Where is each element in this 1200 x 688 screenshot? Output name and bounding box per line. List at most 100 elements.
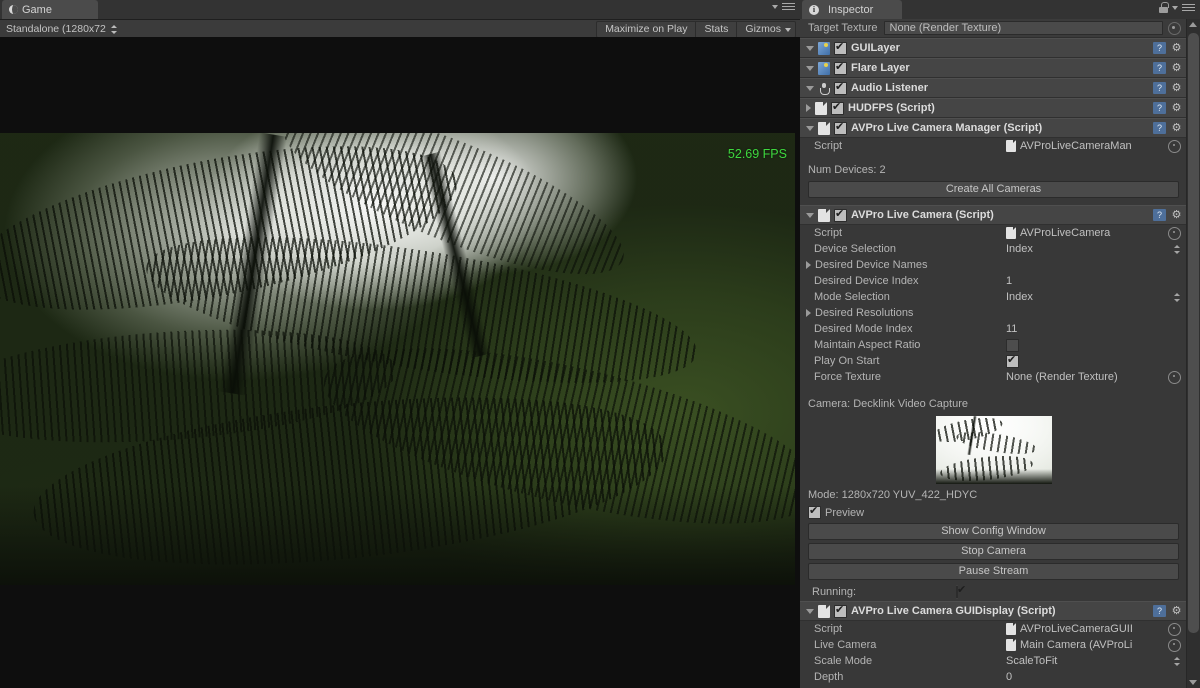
property-label: Desired Device Index	[814, 275, 919, 287]
help-icon[interactable]: ?	[1153, 82, 1166, 94]
enum-dropdown-icon[interactable]	[1174, 244, 1181, 255]
maintain-aspect-ratio-checkbox[interactable]	[1006, 338, 1019, 352]
game-tab-options[interactable]	[772, 2, 795, 12]
component-header-live-camera[interactable]: AVPro Live Camera (Script) ? ⚙	[800, 205, 1187, 225]
property-value[interactable]: 0	[1006, 671, 1181, 683]
game-panel: Game Standalone (1280x72 Maximize on Pla…	[0, 0, 800, 688]
component-header-gui-display[interactable]: AVPro Live Camera GUIDisplay (Script) ? …	[800, 601, 1187, 621]
property-value[interactable]: AVProLiveCameraGUII	[1006, 622, 1181, 636]
help-icon[interactable]: ?	[1153, 122, 1166, 134]
gear-icon[interactable]: ⚙	[1170, 122, 1183, 135]
property-row-play-on-start: Play On Start	[800, 353, 1187, 369]
script-icon	[815, 101, 827, 115]
chevron-down-icon	[772, 5, 778, 9]
maximize-on-play-button[interactable]: Maximize on Play	[596, 20, 697, 38]
pause-stream-button[interactable]: Pause Stream	[808, 563, 1179, 580]
help-icon[interactable]: ?	[1153, 62, 1166, 74]
inspector-scrollbar[interactable]	[1186, 19, 1200, 688]
hamburger-menu-icon[interactable]	[782, 2, 795, 12]
chevron-right-icon[interactable]	[806, 309, 811, 317]
aspect-ratio-dropdown[interactable]: Standalone (1280x72	[6, 23, 117, 35]
gear-icon[interactable]: ⚙	[1170, 42, 1183, 55]
game-view-canvas[interactable]: 52.69 FPS	[0, 37, 800, 688]
lock-icon[interactable]	[1159, 2, 1169, 13]
scroll-down-icon[interactable]	[1189, 680, 1197, 685]
chevron-down-icon[interactable]	[806, 45, 814, 51]
value-text: Main Camera (AVProLi	[1020, 639, 1133, 651]
property-label: Script	[814, 227, 843, 239]
property-value[interactable]: AVProLiveCamera	[1006, 226, 1181, 240]
running-value	[956, 585, 959, 599]
property-value[interactable]: Main Camera (AVProLi	[1006, 638, 1181, 652]
object-picker-icon[interactable]	[1168, 370, 1181, 384]
target-texture-field[interactable]: None (Render Texture)	[883, 21, 1163, 35]
value-text: ScaleToFit	[1006, 655, 1058, 667]
help-icon[interactable]: ?	[1153, 102, 1166, 114]
gear-icon[interactable]: ⚙	[1170, 102, 1183, 115]
property-value[interactable]: None (Render Texture)	[1006, 370, 1181, 384]
component-header-guilayer[interactable]: GUILayer ? ⚙	[800, 38, 1187, 58]
component-header-flare-layer[interactable]: Flare Layer ? ⚙	[800, 58, 1187, 78]
enum-dropdown-icon[interactable]	[1174, 656, 1181, 667]
help-icon[interactable]: ?	[1153, 209, 1166, 221]
component-header-audio-listener[interactable]: Audio Listener ? ⚙	[800, 78, 1187, 98]
hamburger-menu-icon[interactable]	[1182, 3, 1195, 13]
stats-button[interactable]: Stats	[695, 20, 738, 38]
live-camera-enabled-checkbox[interactable]	[834, 207, 847, 222]
property-value[interactable]: Index	[1006, 291, 1181, 303]
script-icon	[818, 604, 830, 618]
audio-listener-enabled-checkbox[interactable]	[834, 80, 847, 95]
property-label-foldout: Desired Resolutions	[806, 307, 998, 319]
chevron-down-icon[interactable]	[806, 65, 814, 71]
chevron-right-icon[interactable]	[806, 104, 811, 112]
property-value[interactable]: Index	[1006, 243, 1181, 255]
target-texture-picker-icon[interactable]	[1168, 21, 1181, 35]
chevron-down-icon[interactable]	[806, 608, 814, 614]
property-value[interactable]: 1	[1006, 275, 1181, 287]
chevron-down-icon[interactable]	[806, 85, 814, 91]
chevron-down-icon[interactable]	[806, 125, 814, 131]
property-row-desired-device-index: Desired Device Index 1	[800, 273, 1187, 289]
help-icon[interactable]: ?	[1153, 605, 1166, 617]
game-tabbar: Game	[0, 0, 800, 20]
guilayer-enabled-checkbox[interactable]	[834, 40, 847, 55]
component-header-hudfps[interactable]: HUDFPS (Script) ? ⚙	[800, 98, 1187, 118]
gear-icon[interactable]: ⚙	[1170, 62, 1183, 75]
stop-camera-button[interactable]: Stop Camera	[808, 543, 1179, 560]
help-icon[interactable]: ?	[1153, 42, 1166, 54]
object-picker-icon[interactable]	[1168, 622, 1181, 636]
tab-game[interactable]: Game	[2, 0, 98, 19]
property-value[interactable]: 11	[1006, 323, 1181, 335]
manager-enabled-checkbox[interactable]	[834, 120, 847, 135]
enum-dropdown-icon[interactable]	[1174, 292, 1181, 303]
hudfps-enabled-checkbox[interactable]	[831, 100, 844, 115]
show-config-window-button[interactable]: Show Config Window	[808, 523, 1179, 540]
object-file-icon	[1006, 639, 1016, 651]
chevron-down-icon[interactable]	[806, 212, 814, 218]
tab-inspector[interactable]: i Inspector	[802, 0, 902, 19]
object-picker-icon[interactable]	[1168, 638, 1181, 652]
scrollbar-thumb[interactable]	[1188, 33, 1199, 633]
property-value[interactable]: AVProLiveCameraMan	[1006, 139, 1181, 153]
gear-icon[interactable]: ⚙	[1170, 82, 1183, 95]
gear-icon[interactable]: ⚙	[1170, 605, 1183, 618]
object-picker-icon[interactable]	[1168, 139, 1181, 153]
chevron-right-icon[interactable]	[806, 261, 811, 269]
create-all-cameras-button[interactable]: Create All Cameras	[808, 181, 1179, 198]
gui-display-enabled-checkbox[interactable]	[834, 603, 847, 618]
flare-layer-enabled-checkbox[interactable]	[834, 60, 847, 75]
component-header-live-camera-manager[interactable]: AVPro Live Camera Manager (Script) ? ⚙	[800, 118, 1187, 138]
gui-property-row-live-camera: Live Camera Main Camera (AVProLi	[800, 637, 1187, 653]
object-picker-icon[interactable]	[1168, 226, 1181, 240]
property-value[interactable]: ScaleToFit	[1006, 655, 1181, 667]
property-row-desired-device-names[interactable]: Desired Device Names	[800, 257, 1187, 273]
script-file-icon	[1006, 140, 1016, 152]
preview-toggle-row[interactable]: Preview	[800, 504, 1187, 521]
preview-checkbox[interactable]	[808, 504, 821, 519]
scroll-up-icon[interactable]	[1189, 22, 1197, 27]
inspector-content: Target Texture None (Render Texture) GUI…	[800, 19, 1187, 688]
gizmos-button[interactable]: Gizmos	[736, 20, 796, 38]
play-on-start-checkbox[interactable]	[1006, 354, 1019, 368]
property-row-desired-resolutions[interactable]: Desired Resolutions	[800, 305, 1187, 321]
gear-icon[interactable]: ⚙	[1170, 209, 1183, 222]
